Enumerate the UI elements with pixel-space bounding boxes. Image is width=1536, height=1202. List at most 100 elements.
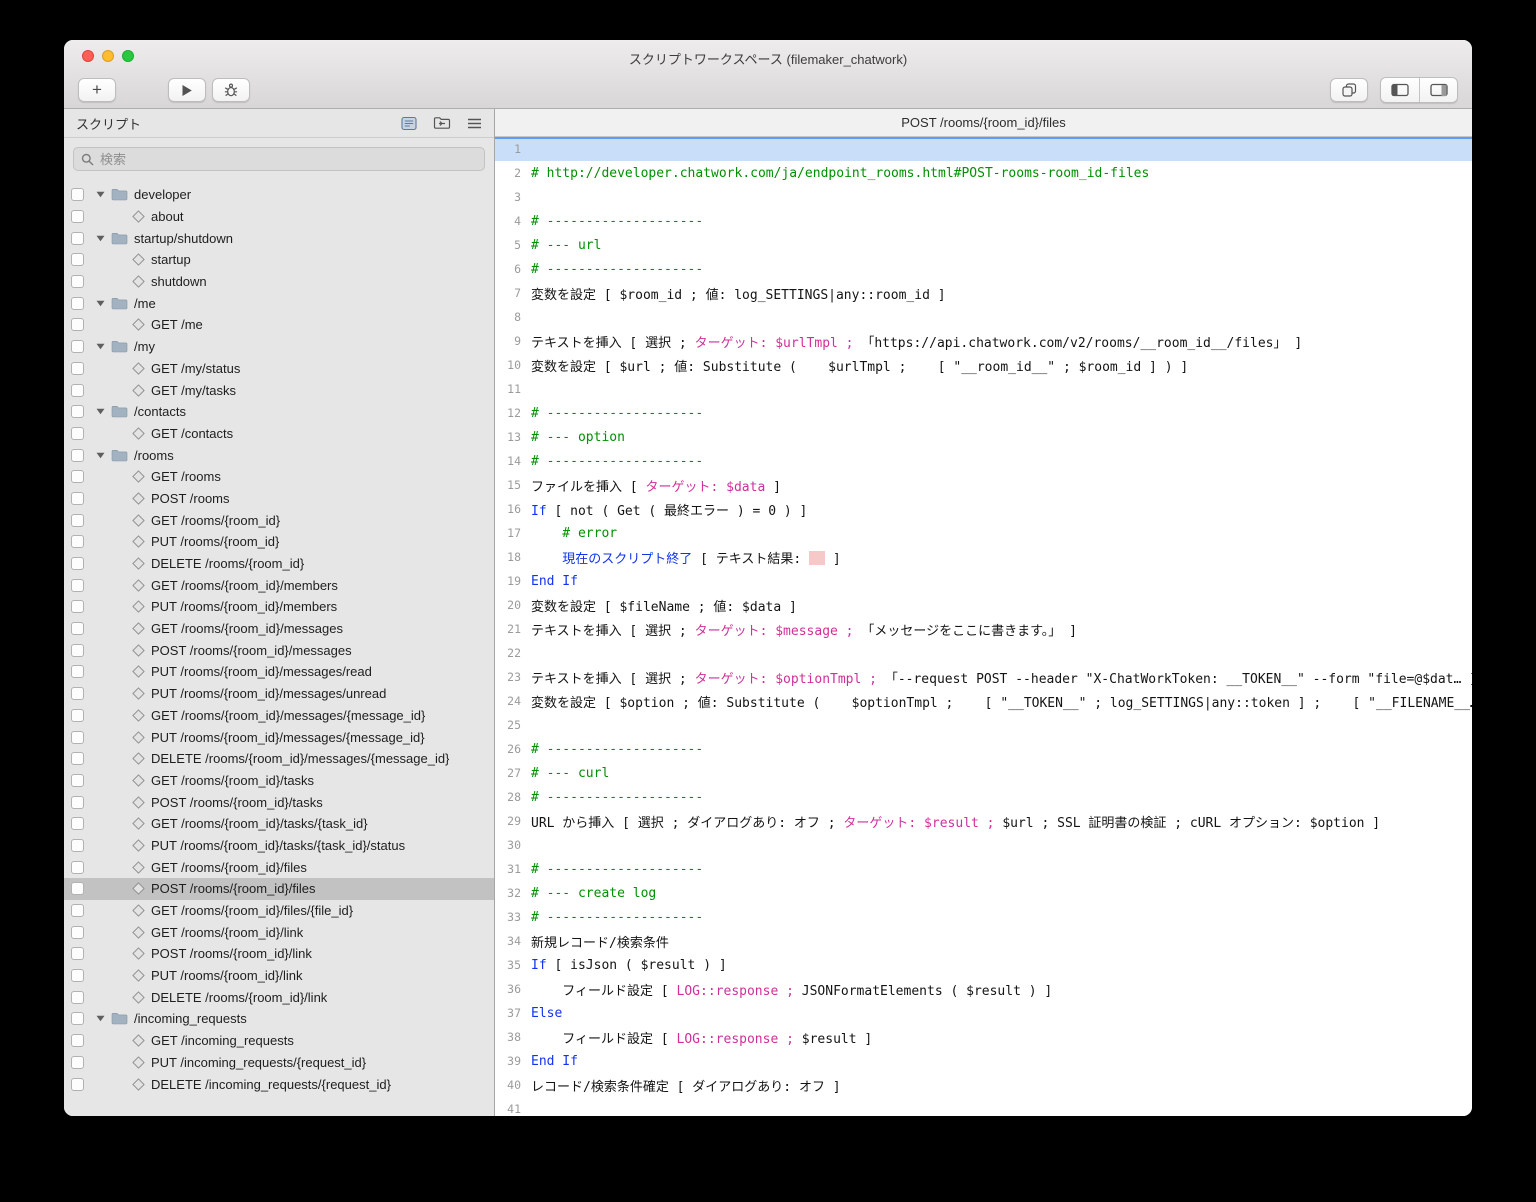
tree-script-row[interactable]: PUT /rooms/{room_id}/link <box>64 965 494 987</box>
script-step-line[interactable]: 21 テキストを挿入 [ 選択 ; ターゲット: $message ; 「メッセー… <box>495 617 1472 641</box>
script-step-line[interactable]: 9 テキストを挿入 [ 選択 ; ターゲット: $urlTmpl ; 「https… <box>495 329 1472 353</box>
include-checkbox[interactable] <box>71 1055 84 1069</box>
script-step-line[interactable]: 6 # -------------------- <box>495 257 1472 281</box>
run-script-button[interactable] <box>168 78 206 102</box>
script-step-line[interactable]: 24 変数を設定 [ $option ; 値: Substitute ( $opt… <box>495 689 1472 713</box>
include-checkbox[interactable] <box>71 795 84 809</box>
script-step-line[interactable]: 37 Else <box>495 1001 1472 1025</box>
tree-script-row[interactable]: POST /rooms/{room_id}/tasks <box>64 791 494 813</box>
include-checkbox[interactable] <box>71 231 84 245</box>
include-checkbox[interactable] <box>71 405 84 419</box>
tree-script-row[interactable]: GET /rooms/{room_id}/members <box>64 574 494 596</box>
script-step-line[interactable]: 40 レコード/検索条件確定 [ ダイアログあり: オフ ] <box>495 1073 1472 1097</box>
include-checkbox[interactable] <box>71 752 84 766</box>
include-checkbox[interactable] <box>71 665 84 679</box>
tree-script-row[interactable]: GET /rooms/{room_id}/tasks/{task_id} <box>64 813 494 835</box>
new-script-button[interactable]: + <box>78 78 116 102</box>
tree-script-row[interactable]: PUT /rooms/{room_id}/messages/unread <box>64 683 494 705</box>
script-step-line[interactable]: 17 # error <box>495 521 1472 545</box>
include-checkbox[interactable] <box>71 817 84 831</box>
tree-folder-row[interactable]: /contacts <box>64 401 494 423</box>
tree-script-row[interactable]: DELETE /rooms/{room_id}/messages/{messag… <box>64 748 494 770</box>
tree-script-row[interactable]: PUT /incoming_requests/{request_id} <box>64 1052 494 1074</box>
tree-script-row[interactable]: POST /rooms/{room_id}/files <box>64 878 494 900</box>
include-checkbox[interactable] <box>71 687 84 701</box>
include-checkbox[interactable] <box>71 969 84 983</box>
include-checkbox[interactable] <box>71 426 84 440</box>
script-step-line[interactable]: 34 新規レコード/検索条件 <box>495 929 1472 953</box>
tree-script-row[interactable]: GET /my/tasks <box>64 379 494 401</box>
toggle-left-pane-button[interactable] <box>1381 78 1419 102</box>
scripts-tree[interactable]: developer about startup/shutdown startup shu… <box>64 178 494 1116</box>
tree-script-row[interactable]: PUT /rooms/{room_id}/messages/{message_i… <box>64 726 494 748</box>
script-step-line[interactable]: 41 <box>495 1097 1472 1116</box>
script-step-line[interactable]: 4 # -------------------- <box>495 209 1472 233</box>
include-checkbox[interactable] <box>71 730 84 744</box>
tree-script-row[interactable]: GET /rooms/{room_id} <box>64 509 494 531</box>
tree-folder-row[interactable]: /rooms <box>64 444 494 466</box>
include-checkbox[interactable] <box>71 1077 84 1091</box>
tree-script-row[interactable]: PUT /rooms/{room_id} <box>64 531 494 553</box>
script-step-line[interactable]: 14 # -------------------- <box>495 449 1472 473</box>
script-step-line[interactable]: 18 現在のスクリプト終了 [ テキスト結果: ] <box>495 545 1472 569</box>
script-step-line[interactable]: 28 # -------------------- <box>495 785 1472 809</box>
tree-folder-row[interactable]: startup/shutdown <box>64 227 494 249</box>
script-step-line[interactable]: 32 # --- create log <box>495 881 1472 905</box>
script-step-line[interactable]: 20 変数を設定 [ $fileName ; 値: $data ] <box>495 593 1472 617</box>
include-checkbox[interactable] <box>71 925 84 939</box>
tree-script-row[interactable]: about <box>64 206 494 228</box>
disclosure-triangle-icon[interactable] <box>96 235 111 242</box>
script-step-line[interactable]: 23 テキストを挿入 [ 選択 ; ターゲット: $optionTmpl ; 「-… <box>495 665 1472 689</box>
disclosure-triangle-icon[interactable] <box>96 343 111 350</box>
include-checkbox[interactable] <box>71 296 84 310</box>
script-step-line[interactable]: 16 If [ not ( Get ( 最終エラー ) = 0 ) ] <box>495 497 1472 521</box>
include-checkbox[interactable] <box>71 535 84 549</box>
script-step-line[interactable]: 7 変数を設定 [ $room_id ; 値: log_SETTINGS|any:… <box>495 281 1472 305</box>
include-checkbox[interactable] <box>71 318 84 332</box>
include-checkbox[interactable] <box>71 513 84 527</box>
script-step-line[interactable]: 35 If [ isJson ( $result ) ] <box>495 953 1472 977</box>
include-checkbox[interactable] <box>71 860 84 874</box>
tree-script-row[interactable]: PUT /rooms/{room_id}/tasks/{task_id}/sta… <box>64 835 494 857</box>
include-checkbox[interactable] <box>71 773 84 787</box>
tree-script-row[interactable]: POST /rooms/{room_id}/messages <box>64 639 494 661</box>
tree-script-row[interactable]: POST /rooms/{room_id}/link <box>64 943 494 965</box>
tree-script-row[interactable]: GET /rooms/{room_id}/files/{file_id} <box>64 900 494 922</box>
disclosure-triangle-icon[interactable] <box>96 191 111 198</box>
include-checkbox[interactable] <box>71 622 84 636</box>
debug-script-button[interactable] <box>212 78 250 102</box>
tree-script-row[interactable]: GET /rooms/{room_id}/messages/{message_i… <box>64 705 494 727</box>
tree-script-row[interactable]: GET /me <box>64 314 494 336</box>
tree-script-row[interactable]: GET /rooms/{room_id}/link <box>64 921 494 943</box>
script-step-line[interactable]: 3 <box>495 185 1472 209</box>
titlebar[interactable]: スクリプトワークスペース (filemaker_chatwork) <box>64 40 1472 72</box>
tree-script-row[interactable]: DELETE /incoming_requests/{request_id} <box>64 1073 494 1095</box>
include-checkbox[interactable] <box>71 253 84 267</box>
tree-folder-row[interactable]: /me <box>64 292 494 314</box>
include-checkbox[interactable] <box>71 275 84 289</box>
include-checkbox[interactable] <box>71 600 84 614</box>
script-step-line[interactable]: 25 <box>495 713 1472 737</box>
include-checkbox[interactable] <box>71 1012 84 1026</box>
tree-script-row[interactable]: POST /rooms <box>64 488 494 510</box>
tree-script-row[interactable]: GET /rooms/{room_id}/messages <box>64 618 494 640</box>
tree-script-row[interactable]: DELETE /rooms/{room_id}/link <box>64 986 494 1008</box>
script-step-line[interactable]: 33 # -------------------- <box>495 905 1472 929</box>
tree-script-row[interactable]: PUT /rooms/{room_id}/messages/read <box>64 661 494 683</box>
include-checkbox[interactable] <box>71 708 84 722</box>
script-step-line[interactable]: 11 <box>495 377 1472 401</box>
include-checkbox[interactable] <box>71 904 84 918</box>
include-checkbox[interactable] <box>71 448 84 462</box>
script-step-line[interactable]: 36 フィールド設定 [ LOG::response ; JSONFormatE… <box>495 977 1472 1001</box>
disclosure-triangle-icon[interactable] <box>96 452 111 459</box>
script-step-line[interactable]: 12 # -------------------- <box>495 401 1472 425</box>
tree-script-row[interactable]: GET /my/status <box>64 358 494 380</box>
script-step-line[interactable]: 27 # --- curl <box>495 761 1472 785</box>
include-checkbox[interactable] <box>71 557 84 571</box>
tree-folder-row[interactable]: /my <box>64 336 494 358</box>
include-checkbox[interactable] <box>71 340 84 354</box>
include-checkbox[interactable] <box>71 491 84 505</box>
script-step-line[interactable]: 15 ファイルを挿入 [ ターゲット: $data ] <box>495 473 1472 497</box>
script-step-line[interactable]: 1 <box>495 137 1472 161</box>
tree-folder-row[interactable]: developer <box>64 184 494 206</box>
